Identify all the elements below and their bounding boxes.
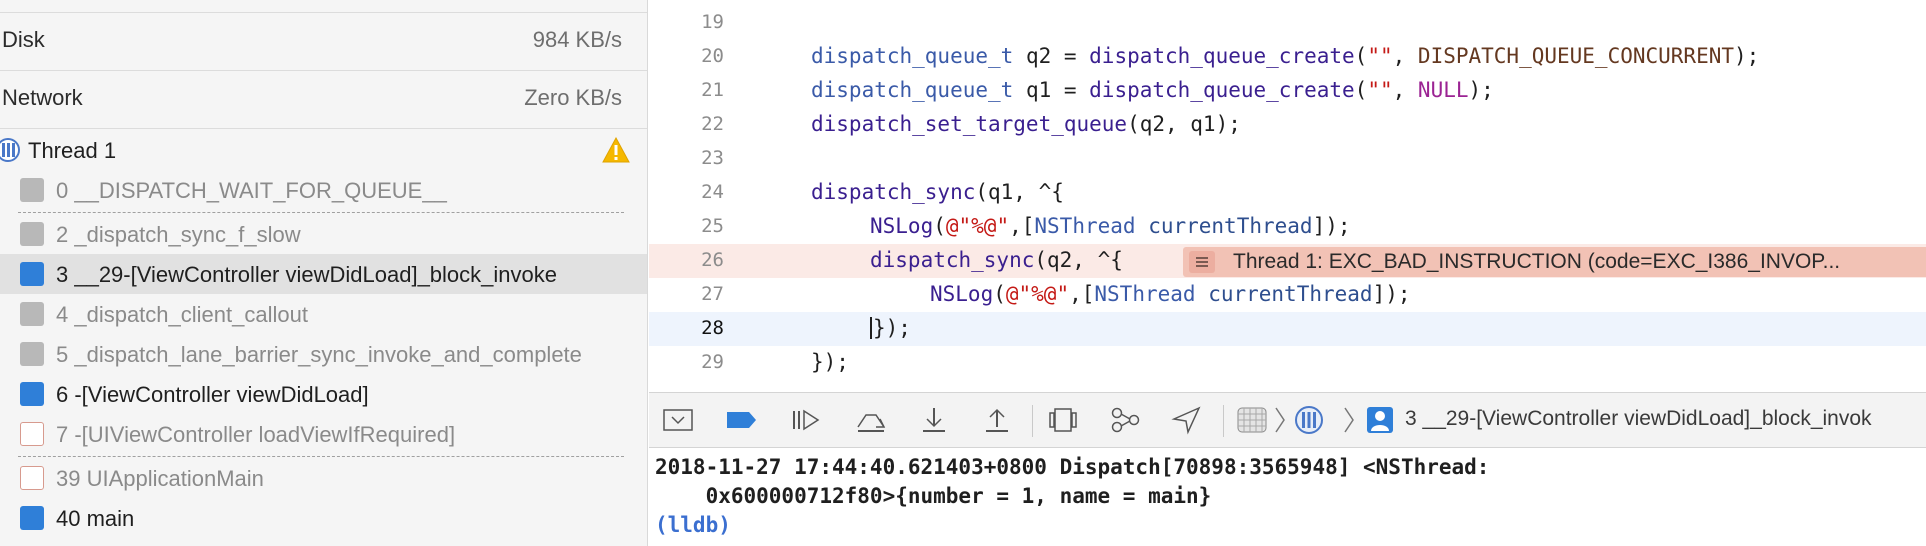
step-out-icon[interactable]	[980, 405, 1014, 435]
gear-icon	[20, 178, 44, 202]
thread-label: Thread 1	[28, 138, 117, 163]
error-message: Thread 1: EXC_BAD_INSTRUCTION (code=EXC_…	[1233, 250, 1841, 273]
frame-icon	[20, 422, 44, 446]
chevron-right-icon	[1275, 407, 1285, 433]
breadcrumb-frame[interactable]: 3 __29-[ViewController viewDidLoad]_bloc…	[1405, 407, 1872, 431]
step-over-icon[interactable]	[854, 405, 888, 435]
code-line[interactable]: 20 dispatch_queue_t q2 = dispatch_queue_…	[649, 40, 1926, 74]
code-text: dispatch_sync(q2, ^{	[870, 248, 1123, 272]
gear-icon	[20, 342, 44, 366]
stack-frame[interactable]: 39 UIApplicationMain	[0, 458, 647, 498]
line-number: 19	[701, 11, 724, 33]
warning-icon[interactable]	[602, 137, 630, 163]
code-text: dispatch_sync(q1, ^{	[811, 180, 1064, 204]
line-number: 29	[701, 351, 724, 373]
chevron-right-icon	[1344, 407, 1354, 433]
gauge-value: 984 KB/s	[532, 27, 622, 52]
app-grid-icon[interactable]	[1236, 405, 1268, 435]
line-number: 27	[701, 283, 724, 305]
step-into-icon[interactable]	[917, 405, 951, 435]
view-debugger-icon[interactable]	[1046, 405, 1080, 435]
console-output-line: 2018-11-27 17:44:40.621403+0800 Dispatch…	[655, 455, 1490, 479]
source-editor[interactable]: 19 20 dispatch_queue_t q2 = dispatch_que…	[649, 0, 1926, 392]
line-number: 26	[701, 249, 724, 271]
stack-frame[interactable]: 40 main	[0, 498, 647, 538]
code-line[interactable]: 19	[649, 6, 1926, 40]
console-prompt[interactable]: (lldb)	[655, 513, 731, 537]
code-text: NSLog(@"%@",[NSThread currentThread]);	[870, 214, 1351, 238]
gauge-label: Disk	[2, 27, 45, 52]
stack-frame[interactable]: 6 -[ViewController viewDidLoad]	[0, 374, 647, 414]
hide-console-icon[interactable]	[661, 405, 695, 435]
stack-frame[interactable]: 2 _dispatch_sync_f_slow	[0, 214, 647, 254]
frame-label: 39 UIApplicationMain	[56, 466, 264, 491]
line-number: 25	[701, 215, 724, 237]
frame-label: 0 __DISPATCH_WAIT_FOR_QUEUE__	[56, 178, 447, 203]
thread-icon[interactable]	[1293, 405, 1325, 435]
debug-console[interactable]: 2018-11-27 17:44:40.621403+0800 Dispatch…	[649, 449, 1926, 546]
frames-divider	[18, 212, 624, 213]
stack-frame[interactable]: 7 -[UIViewController loadViewIfRequired]	[0, 414, 647, 454]
code-line[interactable]: 21 dispatch_queue_t q1 = dispatch_queue_…	[649, 74, 1926, 108]
frame-label: 40 main	[56, 506, 135, 531]
toolbar-divider	[1032, 405, 1033, 437]
user-icon	[20, 382, 44, 406]
divider	[0, 128, 647, 129]
code-text: dispatch_set_target_queue(q2, q1);	[811, 112, 1241, 136]
frame-label: 7 -[UIViewController loadViewIfRequired]	[56, 422, 456, 447]
gauge-disk[interactable]: Disk 984 KB/s	[0, 12, 647, 70]
frame-label: 3 __29-[ViewController viewDidLoad]_bloc…	[56, 262, 557, 287]
user-icon	[1367, 407, 1393, 433]
gauge-label: Network	[2, 85, 83, 110]
code-line[interactable]: 23	[649, 142, 1926, 176]
stack-frame[interactable]: 0 __DISPATCH_WAIT_FOR_QUEUE__	[0, 170, 647, 210]
continue-icon[interactable]	[790, 405, 824, 435]
debug-bar: 3 __29-[ViewController viewDidLoad]_bloc…	[649, 392, 1926, 448]
frame-icon	[20, 466, 44, 490]
frame-label: 2 _dispatch_sync_f_slow	[56, 222, 301, 247]
code-text: NSLog(@"%@",[NSThread currentThread]);	[930, 282, 1411, 306]
code-text: });	[870, 316, 911, 340]
toolbar-divider	[1223, 405, 1224, 437]
code-line[interactable]: 25 NSLog(@"%@",[NSThread currentThread])…	[649, 210, 1926, 244]
error-annotation[interactable]: Thread 1: EXC_BAD_INSTRUCTION (code=EXC_…	[1183, 247, 1926, 277]
line-number: 23	[701, 147, 724, 169]
debug-navigator: Disk 984 KB/s Network Zero KB/s Thread 1…	[0, 0, 648, 546]
frame-label: 4 _dispatch_client_callout	[56, 302, 308, 327]
line-number: 24	[701, 181, 724, 203]
code-text: dispatch_queue_t q1 = dispatch_queue_cre…	[811, 78, 1494, 102]
code-text: dispatch_queue_t q2 = dispatch_queue_cre…	[811, 44, 1760, 68]
gear-icon	[20, 222, 44, 246]
breakpoints-toggle-icon[interactable]	[725, 405, 759, 435]
gauge-network[interactable]: Network Zero KB/s	[0, 70, 647, 128]
code-line-current[interactable]: 28 });	[649, 312, 1926, 346]
frames-divider	[18, 456, 624, 457]
thread-row[interactable]: Thread 1	[0, 132, 647, 170]
console-output-line: 0x600000712f80>{number = 1, name = main}	[655, 484, 1212, 508]
location-icon[interactable]	[1170, 405, 1204, 435]
line-number: 21	[701, 79, 724, 101]
text-caret	[870, 317, 872, 339]
frame-label: 6 -[ViewController viewDidLoad]	[56, 382, 369, 407]
code-line[interactable]: 22 dispatch_set_target_queue(q2, q1);	[649, 108, 1926, 142]
frame-label: 5 _dispatch_lane_barrier_sync_invoke_and…	[56, 342, 582, 367]
code-line[interactable]: 24 dispatch_sync(q1, ^{	[649, 176, 1926, 210]
stack-frame-selected[interactable]: 3 __29-[ViewController viewDidLoad]_bloc…	[0, 254, 647, 294]
code-text: });	[811, 350, 849, 374]
gauge-value: Zero KB/s	[524, 85, 622, 110]
user-icon	[20, 262, 44, 286]
code-line[interactable]: 29 });	[649, 346, 1926, 380]
stack-frame[interactable]: 4 _dispatch_client_callout	[0, 294, 647, 334]
thread-icon	[0, 138, 20, 162]
memory-graph-icon[interactable]	[1108, 405, 1142, 435]
user-icon	[20, 506, 44, 530]
line-number: 20	[701, 45, 724, 67]
code-line[interactable]: 27 NSLog(@"%@",[NSThread currentThread])…	[649, 278, 1926, 312]
list-icon[interactable]	[1189, 251, 1215, 273]
stack-frame[interactable]: 5 _dispatch_lane_barrier_sync_invoke_and…	[0, 334, 647, 374]
gear-icon	[20, 302, 44, 326]
line-number: 22	[701, 113, 724, 135]
line-number: 28	[701, 317, 724, 339]
